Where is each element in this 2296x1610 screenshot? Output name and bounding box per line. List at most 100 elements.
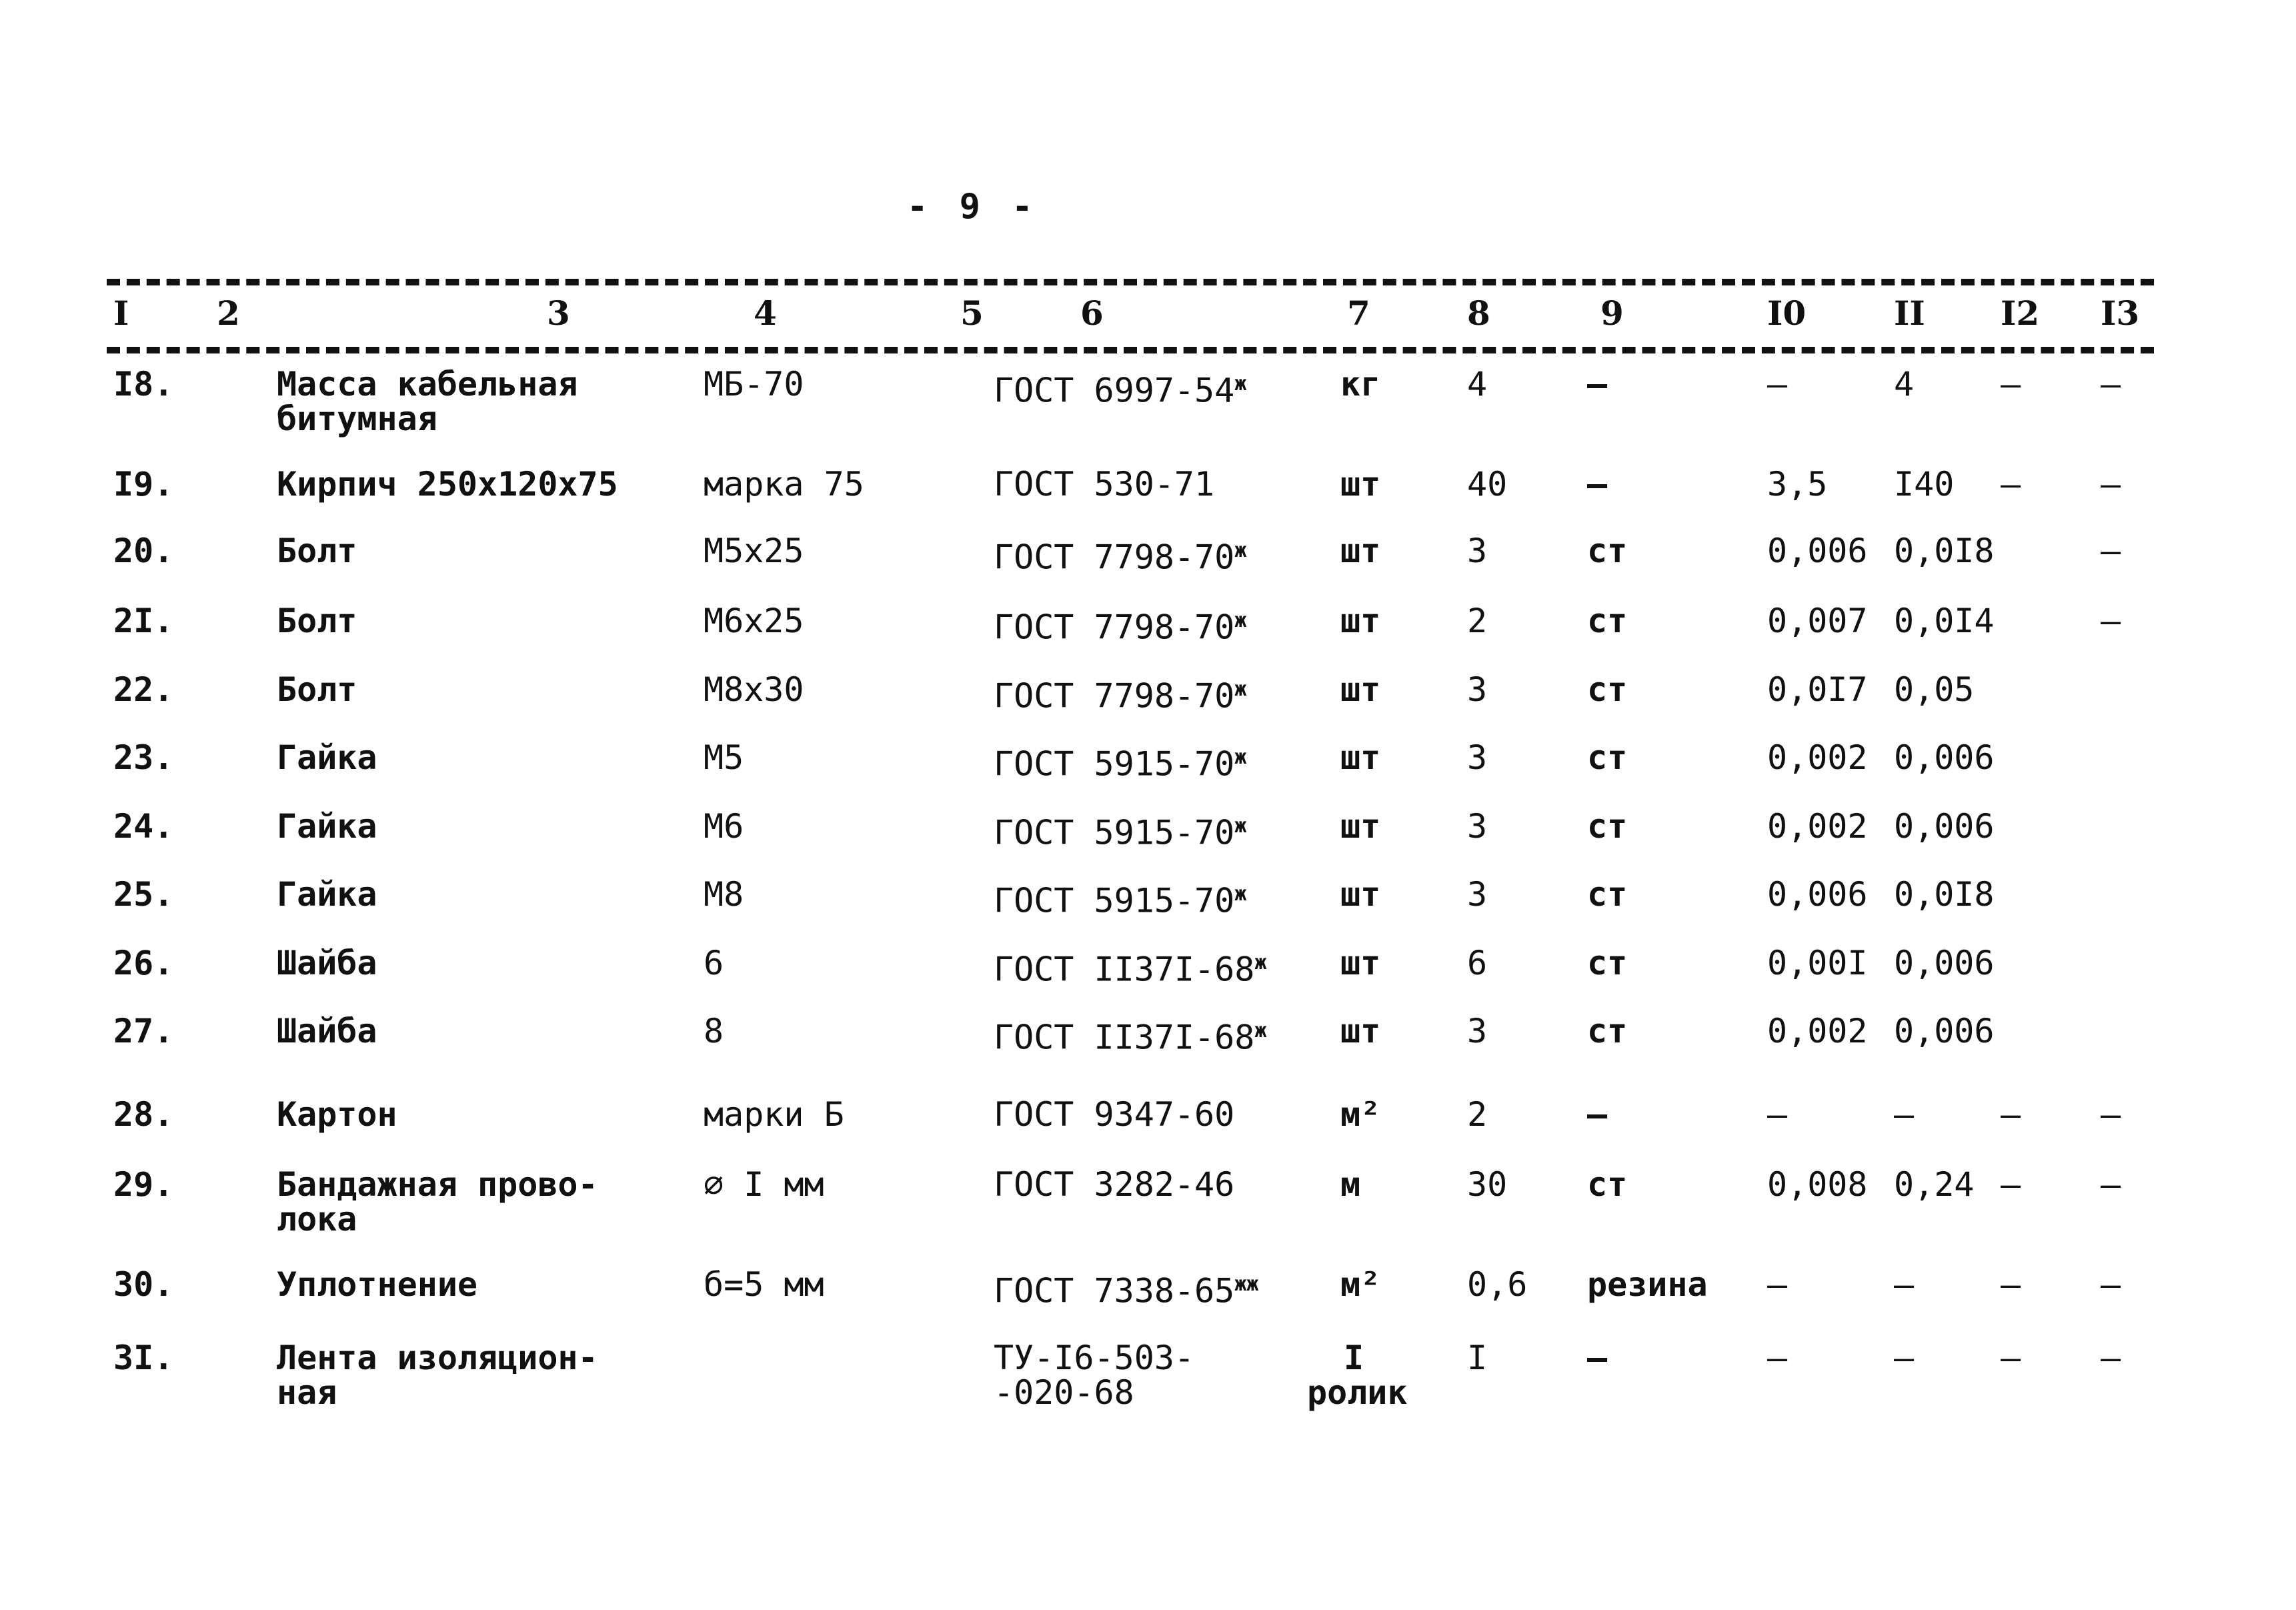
column-header-7: 7 bbox=[1347, 293, 1370, 333]
page-number: - 9 - bbox=[907, 187, 1038, 227]
item-standard: ГОСТ 530-71 bbox=[994, 465, 1215, 504]
column-header-11: II bbox=[1894, 293, 1925, 333]
column-header-6: 6 bbox=[1080, 293, 1104, 333]
item-standard-cell: ГОСТ 5915-70ж bbox=[994, 740, 1246, 782]
row-number: 28. bbox=[113, 1095, 174, 1134]
standard-revision-mark: ж bbox=[1234, 609, 1247, 632]
standard-revision-mark: ж bbox=[1234, 539, 1247, 562]
row-number: 23. bbox=[113, 738, 174, 777]
item-quantity: 3 bbox=[1467, 875, 1488, 914]
row-number: 25. bbox=[113, 875, 174, 914]
row-number: 24. bbox=[113, 807, 174, 846]
item-quantity: 3 bbox=[1467, 1012, 1488, 1050]
item-col11: 0,24 bbox=[1894, 1165, 1975, 1204]
item-standard: ГОСТ 5915-70 bbox=[994, 744, 1235, 784]
item-material: резина bbox=[1587, 1265, 1708, 1304]
item-name: Лента изоляцион- ная bbox=[277, 1339, 598, 1412]
item-standard-cell: ГОСТ 7798-70ж bbox=[994, 672, 1246, 714]
item-col11: – bbox=[1894, 1339, 1915, 1377]
column-header-1: I bbox=[113, 293, 129, 333]
item-grade: М8 bbox=[704, 875, 744, 914]
standard-revision-mark: ж bbox=[1254, 951, 1267, 974]
column-header-12: I2 bbox=[2001, 293, 2040, 333]
row-number: 3I. bbox=[113, 1339, 174, 1377]
item-unit: шт bbox=[1340, 1012, 1381, 1050]
column-header-4: 4 bbox=[754, 293, 777, 333]
item-standard-cell: ГОСТ 6997-54ж bbox=[994, 367, 1246, 408]
item-col11: 0,0I8 bbox=[1894, 532, 1995, 570]
item-unit: м² bbox=[1340, 1095, 1381, 1134]
item-col13: – bbox=[2101, 602, 2121, 640]
item-name: Шайба bbox=[277, 944, 377, 982]
item-col11: 0,006 bbox=[1894, 1012, 1995, 1050]
item-col10: – bbox=[1767, 365, 1788, 404]
item-grade: 6 bbox=[704, 944, 724, 982]
item-col10: 0,002 bbox=[1767, 807, 1868, 846]
item-material: ст bbox=[1587, 738, 1628, 777]
item-col13: – bbox=[2101, 365, 2121, 404]
item-standard: ГОСТ II37I-68 bbox=[994, 1018, 1255, 1057]
item-col11: 0,0I4 bbox=[1894, 602, 1995, 640]
item-col10: 0,002 bbox=[1767, 1012, 1868, 1050]
item-col12: – bbox=[2001, 1265, 2021, 1304]
item-name: Болт bbox=[277, 602, 357, 640]
item-name: Масса кабельная битумная bbox=[277, 365, 578, 438]
column-header-2: 2 bbox=[217, 293, 240, 333]
item-standard: ГОСТ 9347-60 bbox=[994, 1095, 1235, 1134]
item-name: Кирпич 250х120х75 bbox=[277, 465, 618, 504]
item-grade: М5х25 bbox=[704, 532, 804, 570]
standard-revision-mark: ж bbox=[1234, 372, 1247, 395]
item-standard-cell: ГОСТ 7338-65жж bbox=[994, 1267, 1258, 1309]
item-grade: М5 bbox=[704, 738, 744, 777]
item-name: Болт bbox=[277, 532, 357, 570]
item-col13: – bbox=[2101, 1165, 2121, 1204]
item-name: Гайка bbox=[277, 807, 377, 846]
item-col13: – bbox=[2101, 1265, 2121, 1304]
item-col11: 0,006 bbox=[1894, 807, 1995, 846]
item-col10: 0,006 bbox=[1767, 875, 1868, 914]
item-col10: 0,002 bbox=[1767, 738, 1868, 777]
item-col10: 3,5 bbox=[1767, 465, 1828, 504]
item-unit: шт bbox=[1340, 738, 1381, 777]
item-material: – bbox=[1587, 465, 1608, 504]
item-col12: – bbox=[2001, 1095, 2021, 1134]
row-number: I9. bbox=[113, 465, 174, 504]
item-col11: 0,006 bbox=[1894, 944, 1995, 982]
item-standard: ГОСТ 5915-70 bbox=[994, 813, 1235, 852]
item-grade: б=5 мм bbox=[704, 1265, 824, 1304]
row-number: 2I. bbox=[113, 602, 174, 640]
item-col11: 0,006 bbox=[1894, 738, 1995, 777]
standard-revision-mark: ж bbox=[1234, 678, 1247, 701]
item-standard-cell: ГОСТ 7798-70ж bbox=[994, 534, 1246, 575]
item-col13: – bbox=[2101, 1095, 2121, 1134]
item-col10: – bbox=[1767, 1265, 1788, 1304]
item-col12: – bbox=[2001, 465, 2021, 504]
item-col10: 0,00I bbox=[1767, 944, 1868, 982]
item-material: – bbox=[1587, 1339, 1608, 1377]
item-material: ст bbox=[1587, 1165, 1628, 1204]
item-col11: 0,05 bbox=[1894, 670, 1975, 709]
item-material: ст bbox=[1587, 807, 1628, 846]
item-col13: – bbox=[2101, 465, 2121, 504]
standard-revision-mark: жж bbox=[1234, 1273, 1259, 1296]
column-header-8: 8 bbox=[1467, 293, 1490, 333]
item-col10: – bbox=[1767, 1095, 1788, 1134]
standard-revision-mark: ж bbox=[1254, 1019, 1267, 1042]
item-name: Шайба bbox=[277, 1012, 377, 1050]
item-name: Болт bbox=[277, 670, 357, 709]
column-header-5: 5 bbox=[960, 293, 984, 333]
standard-revision-mark: ж bbox=[1234, 746, 1247, 769]
item-grade: марки Б bbox=[704, 1095, 844, 1134]
item-quantity: 2 bbox=[1467, 602, 1488, 640]
item-material: ст bbox=[1587, 532, 1628, 570]
item-unit: шт bbox=[1340, 944, 1381, 982]
item-quantity: 3 bbox=[1467, 670, 1488, 709]
item-quantity: 3 bbox=[1467, 532, 1488, 570]
item-grade: марка 75 bbox=[704, 465, 864, 504]
column-header-13: I3 bbox=[2101, 293, 2140, 333]
item-unit: I ролик bbox=[1307, 1339, 1408, 1412]
item-col11: I40 bbox=[1894, 465, 1955, 504]
item-col13: – bbox=[2101, 532, 2121, 570]
column-header-3: 3 bbox=[547, 293, 570, 333]
item-col10: – bbox=[1767, 1339, 1788, 1377]
